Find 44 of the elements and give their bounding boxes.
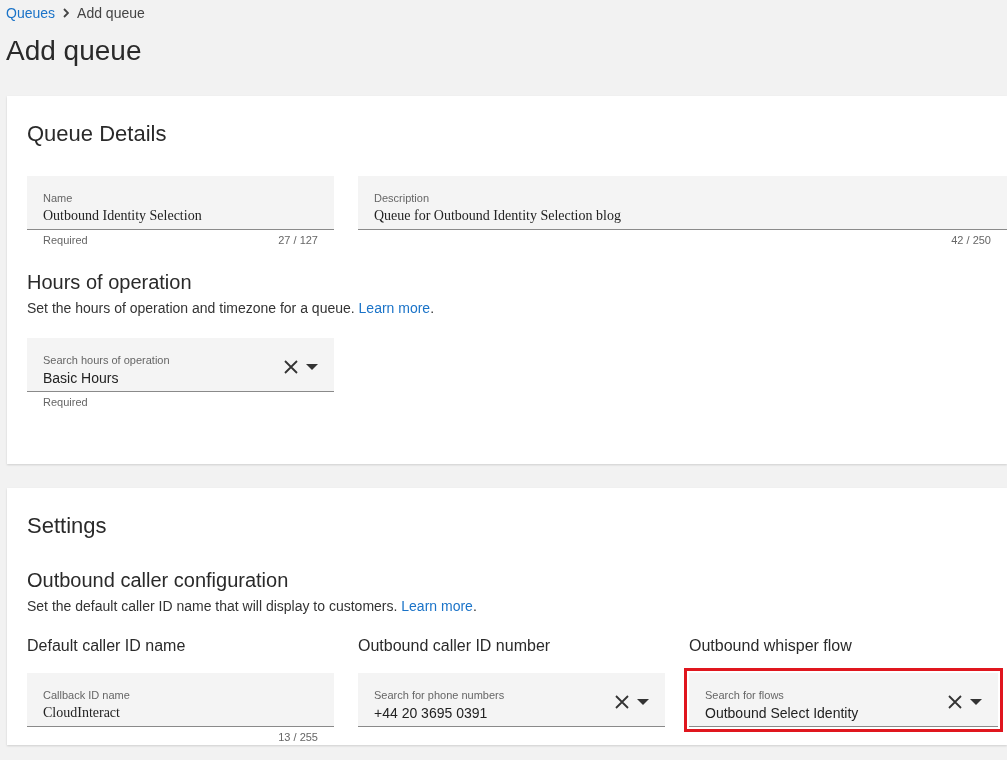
- field-label: Callback ID name: [43, 688, 130, 701]
- section-heading: Hours of operation: [27, 270, 193, 294]
- field-value: CloudInteract: [43, 704, 121, 721]
- field-value: Outbound Select Identity: [705, 704, 859, 721]
- field-heading: Outbound caller ID number: [358, 636, 552, 656]
- field-label: Search for phone numbers: [374, 688, 505, 701]
- field-value: Outbound Identity Selection: [43, 207, 202, 224]
- helper-text: Required: [43, 396, 88, 410]
- field-heading: Outbound whisper flow: [689, 636, 853, 656]
- caret-icon[interactable]: [637, 698, 649, 705]
- field-value: +44 20 3695 0391: [374, 704, 489, 721]
- field-value: Basic Hours: [43, 369, 120, 386]
- field-label: Description: [374, 191, 431, 204]
- combo-box[interactable]: Search for phone numbers +44 20 3695 0391: [358, 673, 665, 727]
- clear-icon[interactable]: [948, 694, 962, 709]
- character-counter: 27 / 127: [278, 234, 318, 248]
- input-field[interactable]: Description Queue for Outbound Identity Selection blog: [358, 176, 1007, 230]
- learn-more-link[interactable]: Learn more: [401, 598, 473, 614]
- combo-box[interactable]: Search for flows Outbound Select Identity: [689, 673, 998, 727]
- caret-icon[interactable]: [970, 698, 982, 705]
- page-title: Add queue: [6, 35, 143, 67]
- learn-more-link[interactable]: Learn more: [358, 300, 431, 316]
- input-field[interactable]: Callback ID name CloudInteract: [27, 673, 334, 727]
- field-heading: Default caller ID name: [27, 636, 187, 656]
- field-label: Name: [43, 191, 74, 204]
- card-title: Queue Details: [27, 121, 168, 147]
- card-title: Settings: [27, 513, 108, 539]
- section-description: Set the hours of operation and timezone for a queue. Learn more.: [27, 300, 436, 316]
- breadcrumb-link[interactable]: Queues: [6, 5, 56, 21]
- section-heading: Outbound caller configuration: [27, 568, 290, 592]
- input-field[interactable]: Name Outbound Identity Selection: [27, 176, 334, 230]
- clear-icon[interactable]: [284, 359, 298, 374]
- caret-icon[interactable]: [306, 363, 318, 370]
- field-label: Search hours of operation: [43, 353, 170, 366]
- helper-text: Required: [43, 234, 88, 248]
- section-description: Set the default caller ID name that will display to customers. Learn more.: [27, 598, 478, 614]
- clear-icon[interactable]: [615, 694, 629, 709]
- field-label: Search for flows: [705, 688, 785, 701]
- chevron-right-icon: [63, 8, 70, 18]
- breadcrumb-current: Add queue: [77, 5, 145, 21]
- character-counter: 13 / 255: [278, 731, 318, 745]
- combo-box[interactable]: Search hours of operation Basic Hours: [27, 338, 334, 392]
- character-counter: 42 / 250: [951, 234, 991, 248]
- field-value: Queue for Outbound Identity Selection blog: [374, 207, 621, 224]
